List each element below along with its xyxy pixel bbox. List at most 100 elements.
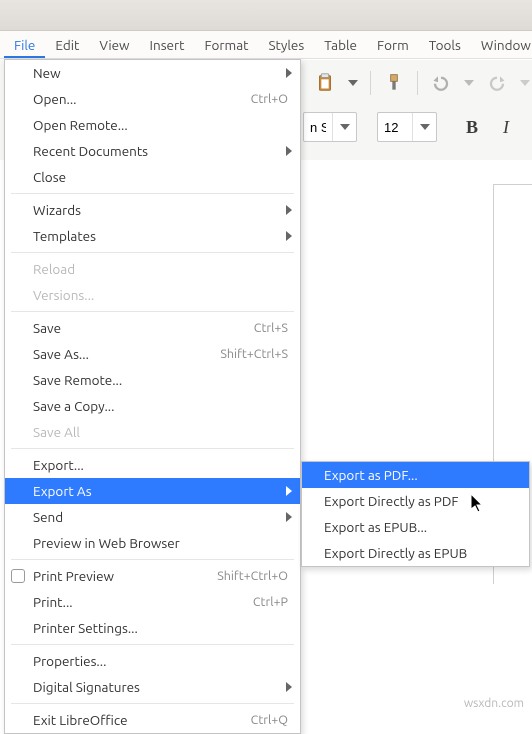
menuitem-label: Export Directly as EPUB — [324, 545, 517, 561]
menuitem-label: Save Remote... — [33, 372, 288, 388]
menuitem-export-as[interactable]: Export As — [5, 478, 300, 504]
menuitem-save-as[interactable]: Save As... Shift+Ctrl+S — [5, 341, 300, 367]
menu-form[interactable]: Form — [367, 31, 419, 58]
menuitem-templates[interactable]: Templates — [5, 223, 300, 249]
clone-formatting-button[interactable] — [379, 68, 409, 98]
menu-table[interactable]: Table — [314, 31, 367, 58]
menuitem-accel: Shift+Ctrl+O — [217, 569, 288, 583]
menuitem-label: Export... — [33, 457, 288, 473]
menuitem-open[interactable]: Open... Ctrl+O — [5, 86, 300, 112]
menuitem-label: Save a Copy... — [33, 398, 288, 414]
menu-insert[interactable]: Insert — [140, 31, 195, 58]
font-size-combo[interactable] — [377, 112, 437, 142]
window-titlebar — [0, 0, 532, 31]
redo-button[interactable] — [482, 68, 512, 98]
menuitem-label: New — [33, 65, 288, 81]
menuitem-accel: Ctrl+S — [254, 321, 288, 335]
undo-button[interactable] — [426, 68, 456, 98]
menuitem-accel: Ctrl+Q — [251, 713, 288, 727]
clipboard-icon — [314, 72, 336, 94]
menuitem-label: Save As... — [33, 346, 220, 362]
separator — [370, 71, 371, 95]
menuitem-send[interactable]: Send — [5, 504, 300, 530]
menu-window[interactable]: Window — [471, 31, 532, 58]
italic-button[interactable]: I — [491, 112, 521, 142]
menu-separator — [11, 644, 294, 645]
menuitem-label: Templates — [33, 228, 288, 244]
separator — [417, 71, 418, 95]
menuitem-label: Save — [33, 320, 254, 336]
menuitem-export[interactable]: Export... — [5, 452, 300, 478]
menuitem-close[interactable]: Close — [5, 164, 300, 190]
font-name-dropdown[interactable] — [332, 113, 356, 141]
menuitem-digital-signatures[interactable]: Digital Signatures — [5, 674, 300, 700]
paste-button[interactable] — [310, 68, 340, 98]
menuitem-label: Print Preview — [33, 568, 217, 584]
menuitem-export-directly-pdf[interactable]: Export Directly as PDF — [302, 488, 529, 514]
menuitem-exit[interactable]: Exit LibreOffice Ctrl+Q — [5, 707, 300, 733]
menuitem-save[interactable]: Save Ctrl+S — [5, 315, 300, 341]
menuitem-label: Print... — [33, 594, 253, 610]
menuitem-label: Properties... — [33, 653, 288, 669]
menuitem-export-directly-epub[interactable]: Export Directly as EPUB — [302, 540, 529, 566]
menu-styles[interactable]: Styles — [258, 31, 314, 58]
bold-button[interactable]: B — [457, 112, 487, 142]
paste-dropdown[interactable] — [344, 68, 362, 98]
font-name-input[interactable] — [304, 120, 332, 135]
menu-separator — [11, 193, 294, 194]
undo-dropdown[interactable] — [460, 68, 478, 98]
menu-separator — [11, 559, 294, 560]
menu-separator — [11, 311, 294, 312]
menuitem-accel: Ctrl+P — [253, 595, 288, 609]
font-size-dropdown[interactable] — [412, 113, 436, 141]
watermark: wsxdn.com — [464, 697, 524, 710]
menuitem-accel: Ctrl+O — [251, 92, 288, 106]
menu-edit[interactable]: Edit — [45, 31, 89, 58]
export-as-submenu: Export as PDF... Export Directly as PDF … — [301, 461, 530, 567]
menuitem-label: Save All — [33, 424, 288, 440]
menuitem-label: Wizards — [33, 202, 288, 218]
menuitem-new[interactable]: New — [5, 60, 300, 86]
menuitem-label: Preview in Web Browser — [33, 535, 288, 551]
menu-format[interactable]: Format — [194, 31, 258, 58]
menu-separator — [11, 703, 294, 704]
menuitem-label: Printer Settings... — [33, 620, 288, 636]
menuitem-print-preview[interactable]: Print Preview Shift+Ctrl+O — [5, 563, 300, 589]
menu-view[interactable]: View — [89, 31, 139, 58]
submenu-arrow-icon — [286, 202, 292, 218]
menuitem-save-all: Save All — [5, 419, 300, 445]
font-name-combo[interactable] — [303, 112, 357, 142]
menu-separator — [11, 448, 294, 449]
checkbox-icon — [11, 569, 25, 583]
menuitem-wizards[interactable]: Wizards — [5, 197, 300, 223]
menuitem-preview-browser[interactable]: Preview in Web Browser — [5, 530, 300, 556]
menuitem-export-as-pdf[interactable]: Export as PDF... — [302, 462, 529, 488]
file-menu-popup: New Open... Ctrl+O Open Remote... Recent… — [4, 59, 301, 734]
menuitem-label: Open... — [33, 91, 251, 107]
menubar: File Edit View Insert Format Styles Tabl… — [0, 31, 532, 59]
menuitem-recent-documents[interactable]: Recent Documents — [5, 138, 300, 164]
menuitem-open-remote[interactable]: Open Remote... — [5, 112, 300, 138]
submenu-arrow-icon — [286, 679, 292, 695]
menu-file[interactable]: File — [4, 31, 45, 58]
menuitem-versions: Versions... — [5, 282, 300, 308]
font-size-input[interactable] — [378, 120, 412, 135]
redo-dropdown[interactable] — [516, 68, 532, 98]
submenu-arrow-icon — [286, 483, 292, 499]
paintbrush-icon — [384, 72, 404, 94]
menuitem-label: Digital Signatures — [33, 679, 288, 695]
menuitem-label: Export as PDF... — [324, 467, 517, 483]
redo-icon — [488, 74, 506, 92]
mouse-cursor-icon — [471, 494, 485, 514]
menuitem-label: Export As — [33, 483, 288, 499]
menuitem-print[interactable]: Print... Ctrl+P — [5, 589, 300, 615]
menu-tools[interactable]: Tools — [419, 31, 471, 58]
menuitem-save-copy[interactable]: Save a Copy... — [5, 393, 300, 419]
menuitem-export-as-epub[interactable]: Export as EPUB... — [302, 514, 529, 540]
menu-separator — [11, 252, 294, 253]
menuitem-reload: Reload — [5, 256, 300, 282]
menuitem-label: Send — [33, 509, 288, 525]
menuitem-printer-settings[interactable]: Printer Settings... — [5, 615, 300, 641]
menuitem-properties[interactable]: Properties... — [5, 648, 300, 674]
menuitem-save-remote[interactable]: Save Remote... — [5, 367, 300, 393]
